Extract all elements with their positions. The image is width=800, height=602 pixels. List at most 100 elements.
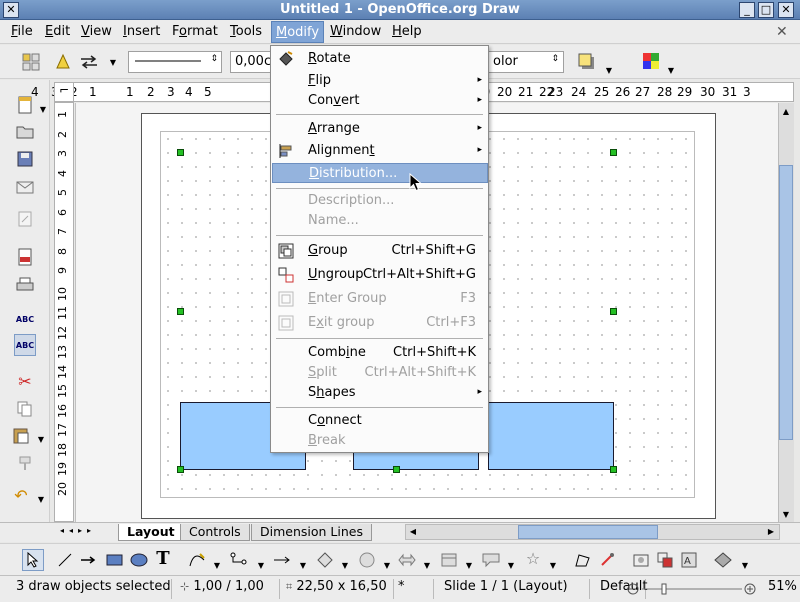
print-icon[interactable] (14, 274, 36, 296)
fontwork-icon[interactable]: A (678, 549, 700, 571)
callouts-icon[interactable] (480, 549, 502, 571)
curve-tool-icon[interactable] (186, 549, 208, 571)
spellcheck-icon[interactable]: ABC (14, 308, 36, 330)
tab-layout[interactable]: Layout (118, 524, 184, 541)
autospellcheck-icon[interactable]: ABC (14, 334, 36, 356)
maximize-button[interactable]: □ (758, 2, 774, 18)
extrusion-icon[interactable] (712, 549, 734, 571)
chevron-down-icon[interactable]: ▼ (500, 554, 522, 576)
chevron-down-icon[interactable]: ▼ (416, 554, 438, 576)
close-document-icon[interactable]: ✕ (776, 24, 788, 40)
menu-edit[interactable]: Edit (45, 24, 70, 39)
menu-item-break[interactable]: Break (271, 431, 488, 451)
chevron-down-icon[interactable]: ▼ (102, 51, 124, 73)
flowchart-icon[interactable] (438, 549, 460, 571)
undo-icon[interactable]: ↶ (10, 484, 32, 506)
menu-item-group[interactable]: Group Ctrl+Shift+G (271, 241, 488, 261)
selection-handle[interactable] (610, 308, 617, 315)
selection-handle[interactable] (393, 466, 400, 473)
line-style-select[interactable]: ⇕ (128, 51, 222, 73)
chevron-down-icon[interactable]: ▼ (542, 554, 564, 576)
export-pdf-icon[interactable] (14, 246, 36, 268)
area-color-select[interactable]: olor ⇕ (488, 51, 564, 73)
vertical-ruler[interactable]: 1 2 3 4 5 6 7 8 9 10 11 12 13 14 15 16 17 18 19 20 (54, 102, 74, 522)
line-tool-icon[interactable] (54, 549, 76, 571)
text-tool-icon[interactable]: T (152, 547, 174, 569)
tab-controls[interactable]: Controls (180, 524, 250, 541)
line-width-field[interactable]: 0,00c (230, 51, 272, 73)
menu-item-rotate[interactable]: Rotate (271, 49, 488, 69)
menu-item-combine[interactable]: Combine Ctrl+Shift+K (271, 343, 488, 363)
selection-handle[interactable] (610, 466, 617, 473)
selection-handle[interactable] (177, 466, 184, 473)
menu-window[interactable]: Window (330, 24, 381, 39)
menu-modify[interactable]: Modify (271, 21, 325, 43)
scroll-down-icon[interactable]: ▼ (779, 508, 793, 522)
save-icon[interactable] (14, 148, 36, 170)
tab-dimension-lines[interactable]: Dimension Lines (251, 524, 372, 541)
menu-item-distribution[interactable]: Distribution... (272, 163, 488, 183)
menu-tools[interactable]: Tools (230, 24, 262, 39)
points-icon[interactable] (572, 549, 594, 571)
menu-item-arrange[interactable]: Arrange ▸ (271, 119, 488, 139)
menu-item-exit-group[interactable]: Exit group Ctrl+F3 (271, 313, 488, 333)
menu-file[interactable]: File (11, 24, 33, 39)
chevron-down-icon[interactable]: ▼ (32, 98, 54, 120)
paste-icon[interactable] (10, 424, 32, 446)
stars-icon[interactable]: ☆ (522, 547, 544, 569)
arrow-line-icon[interactable] (78, 549, 100, 571)
styles-icon[interactable] (20, 51, 42, 73)
shadow-icon[interactable] (576, 51, 598, 73)
symbol-shapes-icon[interactable] (356, 549, 378, 571)
edit-file-icon[interactable] (14, 208, 36, 230)
rectangle-tool-icon[interactable] (104, 549, 126, 571)
tab-navigation-icon[interactable]: ◂◂▸▸ (60, 526, 116, 535)
scroll-left-icon[interactable]: ◀ (406, 525, 420, 539)
menu-format[interactable]: Format (172, 24, 218, 39)
menu-item-convert[interactable]: Convert ▸ (271, 91, 488, 111)
chevron-down-icon[interactable]: ▼ (250, 554, 272, 576)
menu-item-description[interactable]: Description... (271, 191, 488, 211)
menu-item-name[interactable]: Name... (271, 211, 488, 231)
chevron-down-icon[interactable]: ▼ (376, 554, 398, 576)
vertical-scroll-thumb[interactable] (779, 165, 793, 440)
open-folder-icon[interactable] (14, 120, 36, 142)
zoom-percentage[interactable]: 51% (764, 579, 800, 599)
chevron-down-icon[interactable]: ▼ (292, 554, 314, 576)
menu-help[interactable]: Help (392, 24, 422, 39)
selection-handle[interactable] (177, 149, 184, 156)
rectangle-shape[interactable] (488, 402, 614, 470)
arrow-style-icon[interactable] (78, 51, 100, 73)
chevron-down-icon[interactable]: ▼ (598, 59, 620, 81)
connector-tool-icon[interactable] (228, 549, 250, 571)
selection-handle[interactable] (610, 149, 617, 156)
copy-icon[interactable] (14, 398, 36, 420)
scroll-right-icon[interactable]: ▶ (764, 525, 778, 539)
zoom-slider[interactable] (626, 580, 758, 598)
window-menu-button[interactable]: ✕ (3, 2, 19, 18)
gallery-icon[interactable] (654, 549, 676, 571)
chevron-down-icon[interactable]: ▼ (734, 554, 756, 576)
block-arrows-icon[interactable] (396, 549, 418, 571)
chevron-down-icon[interactable]: ▼ (458, 554, 480, 576)
menu-item-ungroup[interactable]: Ungroup Ctrl+Alt+Shift+G (271, 265, 488, 285)
cut-icon[interactable]: ✂ (14, 370, 36, 392)
select-arrow-icon[interactable] (22, 549, 44, 571)
menu-view[interactable]: View (81, 24, 112, 39)
chevron-down-icon[interactable]: ▼ (30, 488, 52, 510)
selection-handle[interactable] (177, 308, 184, 315)
scroll-up-icon[interactable]: ▲ (779, 105, 793, 119)
document-modified-status[interactable]: * (394, 579, 434, 599)
from-file-icon[interactable] (630, 549, 652, 571)
menu-item-enter-group[interactable]: Enter Group F3 (271, 289, 488, 309)
menu-item-split[interactable]: Split Ctrl+Alt+Shift+K (271, 363, 488, 383)
email-icon[interactable] (14, 176, 36, 198)
clone-formatting-icon[interactable] (14, 452, 36, 474)
menu-item-flip[interactable]: Flip ▸ (271, 71, 488, 91)
menu-item-alignment[interactable]: Alignment ▸ (271, 141, 488, 161)
chevron-down-icon[interactable]: ▼ (30, 428, 52, 450)
minimize-button[interactable]: _ (739, 2, 755, 18)
glue-points-icon[interactable] (596, 549, 618, 571)
color-bar-icon[interactable] (640, 50, 662, 72)
basic-shapes-icon[interactable] (314, 549, 336, 571)
